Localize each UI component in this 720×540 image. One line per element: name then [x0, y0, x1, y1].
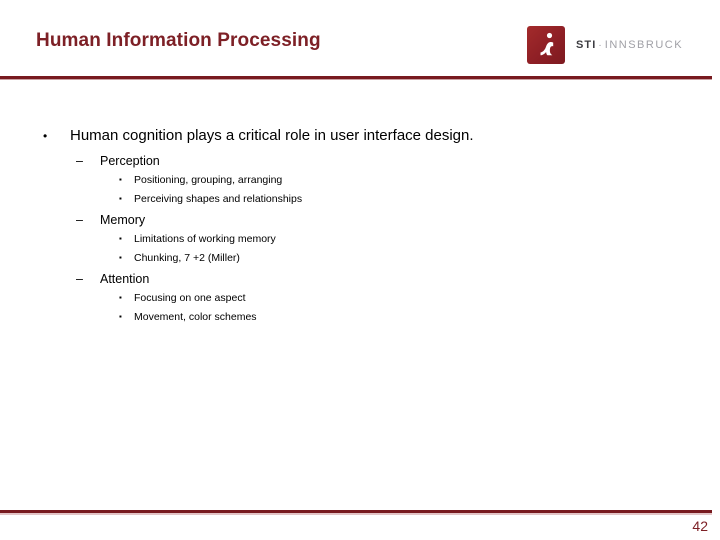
bullet-level2-memory: – Memory	[0, 211, 720, 230]
bullet-level3: ▪ Movement, color schemes	[0, 308, 720, 327]
bullet-marker-level2: –	[76, 154, 83, 168]
bullet-marker-level3: ▪	[119, 293, 122, 302]
header-divider-accent	[0, 79, 712, 80]
sti-person-logo-icon	[527, 26, 565, 64]
bullet-text-level2: Memory	[100, 213, 146, 227]
footer-divider-accent	[0, 513, 712, 515]
slide-title: Human Information Processing	[36, 30, 321, 51]
bullet-marker-level2: –	[76, 272, 83, 286]
bullet-text-level2: Perception	[100, 154, 160, 168]
bullet-marker-level3: ▪	[119, 311, 122, 321]
bullet-marker-level3: ▪	[119, 175, 122, 184]
slide-content: • Human cognition plays a critical role …	[0, 126, 720, 326]
bullet-text-level3: Limitations of working memory	[134, 233, 276, 245]
bullet-marker-level3: ▪	[119, 193, 122, 203]
bullet-marker-level1: •	[43, 129, 48, 143]
logo-sti-text: STI	[576, 39, 597, 51]
bullet-level2-perception: – Perception	[0, 152, 720, 171]
bullet-level3: ▪ Chunking, 7 +2 (Miller)	[0, 249, 720, 268]
logo-separator: ·	[598, 40, 602, 51]
bullet-marker-level3: ▪	[119, 234, 122, 243]
bullet-marker-level3: ▪	[119, 252, 122, 262]
bullet-text-level3: Perceiving shapes and relationships	[134, 192, 303, 205]
sti-innsbruck-logo: STI · INNSBRUCK	[527, 24, 683, 66]
bullet-text-level3: Chunking, 7 +2 (Miller)	[134, 251, 240, 264]
bullet-text-level3: Movement, color schemes	[134, 310, 257, 323]
bullet-text-level1: Human cognition plays a critical role in…	[70, 127, 474, 144]
bullet-level3: ▪ Perceiving shapes and relationships	[0, 190, 720, 209]
bullet-level3: ▪ Focusing on one aspect	[0, 289, 720, 308]
bullet-level3: ▪ Positioning, grouping, arranging	[0, 171, 720, 190]
bullet-level2-attention: – Attention	[0, 270, 720, 289]
bullet-level1: • Human cognition plays a critical role …	[0, 126, 720, 146]
bullet-text-level3: Focusing on one aspect	[134, 292, 246, 304]
logo-wordmark: STI · INNSBRUCK	[576, 39, 683, 51]
bullet-marker-level2: –	[76, 213, 83, 227]
logo-innsbruck-text: INNSBRUCK	[604, 39, 684, 51]
presentation-slide: Human Information Processing STI · INNSB…	[0, 0, 720, 540]
bullet-text-level2: Attention	[100, 272, 150, 286]
page-number: 42	[692, 518, 708, 534]
bullet-text-level3: Positioning, grouping, arranging	[134, 174, 283, 186]
bullet-level3: ▪ Limitations of working memory	[0, 230, 720, 249]
